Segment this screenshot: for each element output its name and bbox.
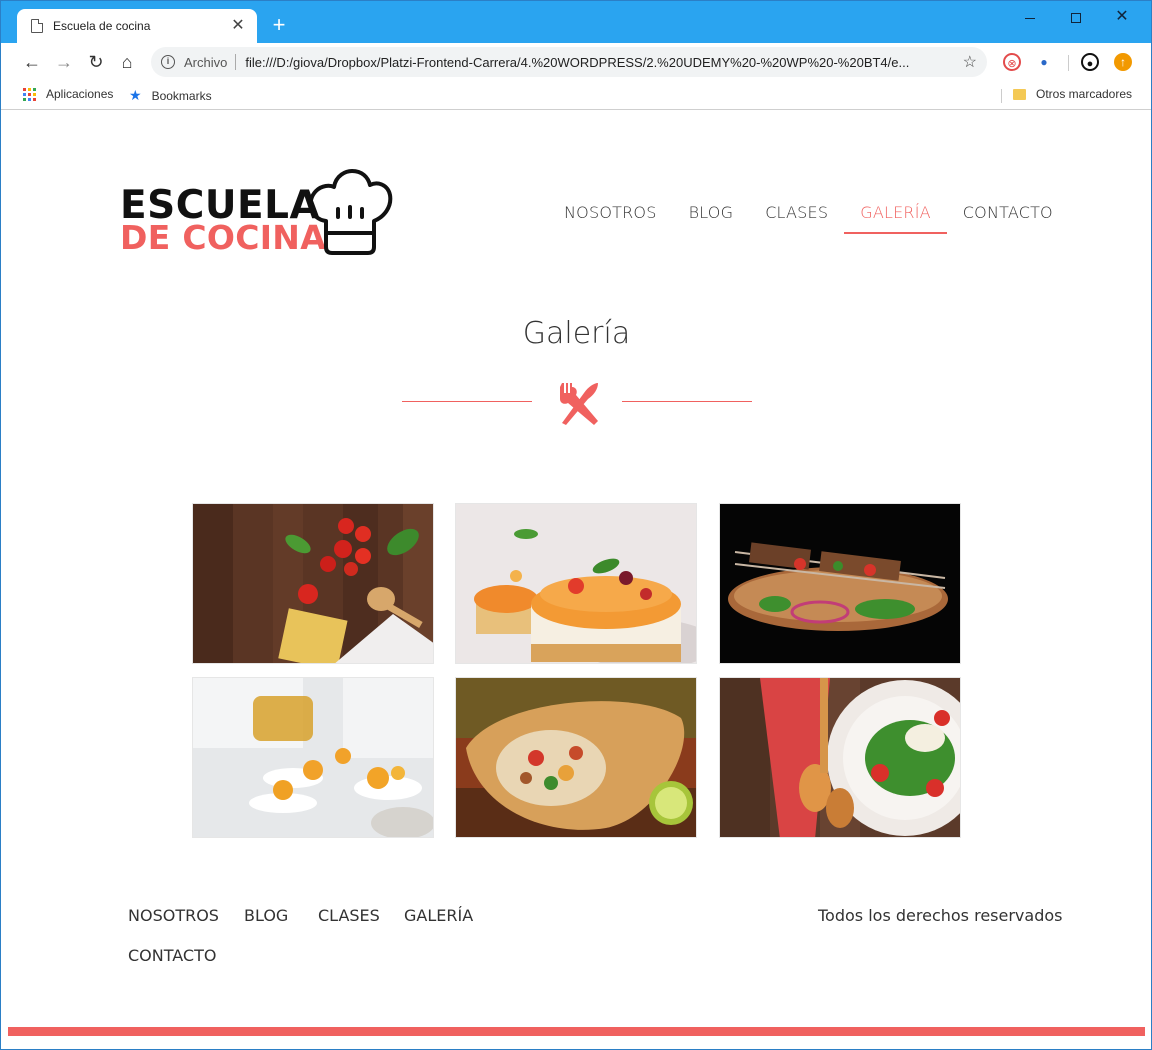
footer-link-galeria[interactable]: GALERÍA xyxy=(404,906,473,925)
minimize-button[interactable] xyxy=(1007,5,1053,29)
close-window-button[interactable]: ✕ xyxy=(1099,5,1145,29)
home-button[interactable]: ⌂ xyxy=(114,49,140,75)
chef-hat-icon xyxy=(308,169,393,255)
footer-link-contacto[interactable]: CONTACTO xyxy=(128,946,216,965)
new-tab-button[interactable]: + xyxy=(267,13,291,37)
web-page: ESCUELA DE COCINA NOSOTROS BLOG CLASES G… xyxy=(8,111,1145,1042)
extension-icon[interactable]: ● xyxy=(1035,53,1053,71)
bookmark-label: Aplicaciones xyxy=(46,87,114,101)
star-icon: ★ xyxy=(129,87,142,103)
reload-button[interactable]: ↻ xyxy=(83,49,109,75)
tab-title: Escuela de cocina xyxy=(53,19,151,33)
cutlery-icon xyxy=(560,383,598,425)
footer-accent-bar xyxy=(8,1027,1145,1036)
info-icon[interactable]: i xyxy=(161,55,175,69)
gallery-photo xyxy=(456,504,696,663)
document-icon xyxy=(31,19,43,33)
bookmark-apps[interactable]: Aplicaciones xyxy=(23,87,113,101)
extension-icon[interactable]: ⊗ xyxy=(1003,53,1021,71)
logo-line-2: DE COCINA xyxy=(120,218,327,257)
omnibox-separator xyxy=(235,54,237,70)
nav-item-nosotros[interactable]: NOSOTROS xyxy=(548,193,673,234)
title-divider-left xyxy=(402,401,532,402)
other-bookmarks-label: Otros marcadores xyxy=(1036,87,1133,101)
browser-toolbar: ← → ↻ ⌂ i Archivo file:///D:/giova/Dropb… xyxy=(1,43,1151,81)
nav-item-contacto[interactable]: CONTACTO xyxy=(947,193,1069,234)
gallery-image-skewers[interactable] xyxy=(719,503,961,664)
bookmarks-bar: Aplicaciones ★ Bookmarks Otros marcadore… xyxy=(1,81,1151,110)
gallery-image-salad[interactable] xyxy=(719,677,961,838)
other-bookmarks[interactable]: Otros marcadores xyxy=(1013,87,1132,101)
url-text[interactable]: file:///D:/giova/Dropbox/Platzi-Frontend… xyxy=(245,55,952,70)
address-bar[interactable]: i Archivo file:///D:/giova/Dropbox/Platz… xyxy=(151,47,987,77)
security-label: Archivo xyxy=(184,54,228,70)
close-tab-icon[interactable]: ✕ xyxy=(229,17,247,35)
toolbar-separator xyxy=(1068,55,1069,71)
main-nav: NOSOTROS BLOG CLASES GALERÍA CONTACTO xyxy=(548,193,1069,234)
gallery-photo xyxy=(456,678,696,837)
forward-button[interactable]: → xyxy=(51,49,77,75)
page-title: Galería xyxy=(522,316,631,351)
footer-link-blog[interactable]: BLOG xyxy=(244,906,288,925)
browser-tab[interactable]: Escuela de cocina ✕ xyxy=(17,9,257,43)
gallery-photo xyxy=(193,504,433,663)
nav-item-blog[interactable]: BLOG xyxy=(673,193,750,234)
profile-avatar-icon[interactable]: ● xyxy=(1081,53,1099,71)
gallery-image-cheesecake[interactable] xyxy=(455,503,697,664)
gallery-photo xyxy=(720,504,960,663)
gallery-photo xyxy=(193,678,433,837)
bookmark-bookmarks[interactable]: ★ Bookmarks xyxy=(129,87,212,104)
title-bar: Escuela de cocina ✕ + ✕ xyxy=(1,1,1151,43)
apps-grid-icon xyxy=(23,87,36,101)
gallery-image-tomatoes[interactable] xyxy=(192,503,434,664)
browser-window: Escuela de cocina ✕ + ✕ ← → ↻ ⌂ i Archiv… xyxy=(0,0,1152,1050)
gallery-image-burrito[interactable] xyxy=(455,677,697,838)
maximize-button[interactable] xyxy=(1053,5,1099,29)
copyright-text: Todos los derechos reservados xyxy=(818,906,1063,925)
gallery-grid xyxy=(192,503,962,839)
bookmarks-divider xyxy=(1001,89,1002,103)
update-icon[interactable]: ↑ xyxy=(1114,53,1132,71)
bookmark-label: Bookmarks xyxy=(151,88,212,103)
gallery-image-chef-plating[interactable] xyxy=(192,677,434,838)
footer-link-clases[interactable]: CLASES xyxy=(318,906,380,925)
folder-icon xyxy=(1013,88,1026,100)
footer-link-nosotros[interactable]: NOSOTROS xyxy=(128,906,219,925)
gallery-photo xyxy=(720,678,960,837)
back-button[interactable]: ← xyxy=(19,49,45,75)
site-logo[interactable]: ESCUELA DE COCINA xyxy=(120,169,410,259)
bookmark-star-icon[interactable]: ☆ xyxy=(963,52,977,72)
title-divider-right xyxy=(622,401,752,402)
nav-item-clases[interactable]: CLASES xyxy=(749,193,844,234)
nav-item-galeria[interactable]: GALERÍA xyxy=(844,193,947,234)
